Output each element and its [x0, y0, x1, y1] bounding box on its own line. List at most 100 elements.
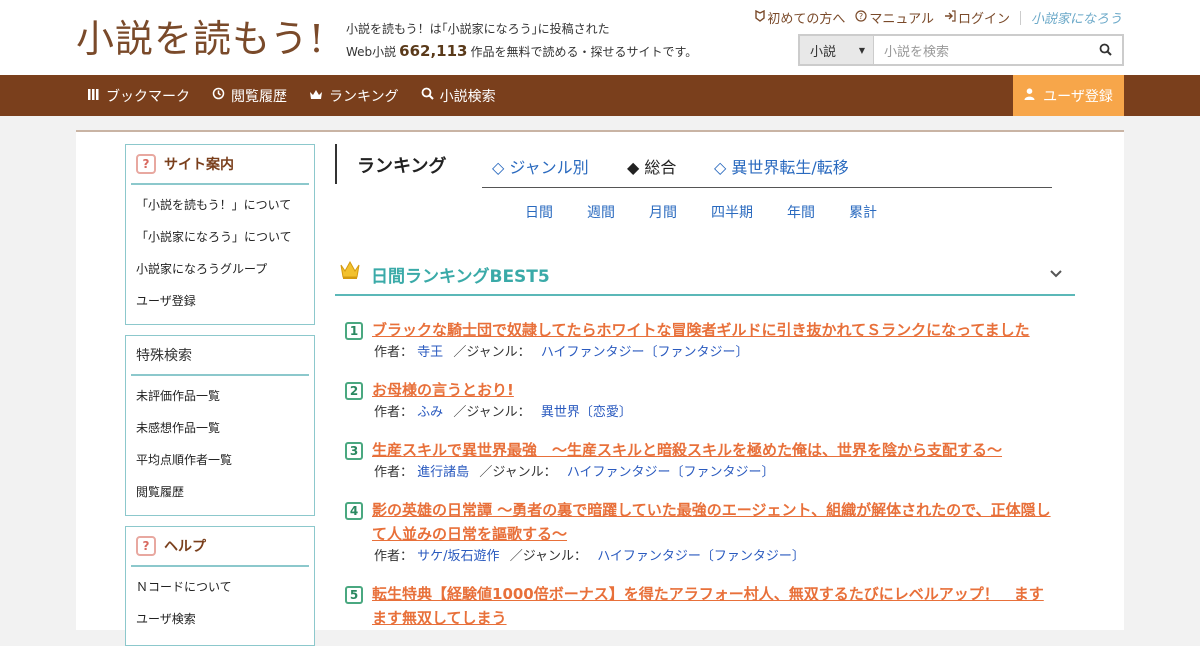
bookmark-icon — [88, 88, 100, 104]
search-type-select[interactable]: 小説 ▼ — [800, 36, 874, 64]
login-link[interactable]: ログイン — [944, 8, 1010, 27]
sidebar-item-avg-score-authors[interactable]: 平均点順作者一覧 — [136, 444, 314, 476]
nav-history[interactable]: 閲覧履歴 — [212, 86, 287, 106]
svg-text:?: ? — [859, 12, 863, 21]
sidebar-special-search-list: 未評価作品一覧 未感想作品一覧 平均点順作者一覧 閲覧履歴 — [126, 376, 314, 514]
site-tagline: 小説を読もう！は｢小説家になろう｣に投稿された Web小説 662,113 作品… — [346, 18, 697, 63]
help-circle-icon: ? — [855, 9, 867, 26]
ranking-entry: 1 ブラックな騎士団で奴隷してたらホワイトな冒険者ギルドに引き抜かれてＳランクに… — [345, 318, 1055, 364]
sidebar-item-narou-group[interactable]: 小説家になろうグループ — [136, 253, 314, 285]
period-quarterly[interactable]: 四半期 — [711, 202, 753, 222]
author-link[interactable]: サケ/坂石遊作 — [417, 549, 499, 564]
tab-overall[interactable]: ◆ 総合 — [627, 154, 676, 178]
main-container: ? サイト案内 「小説を読もう！」について 「小説家になろう」について 小説家に… — [76, 130, 1124, 646]
nav-search[interactable]: 小説検索 — [421, 86, 496, 106]
search-input[interactable]: 小説を検索 — [874, 36, 1088, 64]
sidebar-site-guide-title: ? サイト案内 — [131, 145, 309, 185]
sidebar-item-no-reviews[interactable]: 未感想作品一覧 — [136, 412, 314, 444]
sidebar-item-history[interactable]: 閲覧履歴 — [136, 476, 314, 508]
narou-partner-logo[interactable]: 小説家になろう — [1031, 8, 1122, 27]
period-daily[interactable]: 日間 — [525, 202, 553, 222]
site-logo[interactable]: 小説を読もう! — [76, 14, 332, 64]
author-label: 作者： — [374, 465, 414, 480]
tagline-line1: 小説を読もう！は｢小説家になろう｣に投稿された — [346, 22, 610, 36]
genre-link[interactable]: 異世界〔恋愛〕 — [541, 405, 632, 420]
genre-link[interactable]: ハイファンタジー〔ファンタジー〕 — [597, 549, 805, 564]
tab-isekai[interactable]: ◇ 異世界転生/転移 — [714, 154, 849, 178]
beginner-label: 初めての方へ — [767, 12, 846, 27]
rank-badge: 5 — [345, 586, 363, 604]
nav-bookmark[interactable]: ブックマーク — [88, 86, 190, 106]
sidebar-item-about-yomou[interactable]: 「小説を読もう！」について — [136, 189, 314, 221]
novel-title-link[interactable]: 転生特典【経験値1000倍ボーナス】を得たアラフォー村人、無双するたびにレベルア… — [345, 582, 1055, 630]
period-yearly[interactable]: 年間 — [787, 202, 815, 222]
register-button[interactable]: ユーザ登録 — [1013, 75, 1124, 116]
ranking-tabs: ランキング ◇ ジャンル別 ◆ 総合 ◇ 異世界転生/転移 — [335, 144, 1075, 184]
sidebar-special-search-label: 特殊検索 — [136, 348, 192, 364]
crown-icon — [309, 88, 323, 104]
author-link[interactable]: ふみ — [417, 405, 443, 420]
entry-meta: 作者： 寺王 ／ジャンル： ハイファンタジー〔ファンタジー〕 — [345, 342, 1055, 364]
question-icon: ? — [136, 536, 156, 556]
ranking-entries: 1 ブラックな騎士団で奴隷してたらホワイトな冒険者ギルドに引き抜かれてＳランクに… — [345, 318, 1055, 644]
register-label: ユーザ登録 — [1043, 88, 1113, 105]
beginner-link[interactable]: 初めての方へ — [755, 8, 845, 27]
period-weekly[interactable]: 週間 — [587, 202, 615, 222]
question-icon: ? — [136, 154, 156, 174]
novel-title-link[interactable]: お母様の言うとおり! — [345, 378, 1055, 402]
genre-link[interactable]: ハイファンタジー〔ファンタジー〕 — [567, 465, 775, 480]
ranking-entry: 3 生産スキルで異世界最強 ～生産スキルと暗殺スキルを極めた俺は、世界を陰から支… — [345, 438, 1055, 484]
dropdown-triangle-icon: ▼ — [858, 45, 865, 55]
author-label: 作者： — [374, 549, 414, 564]
entry-meta: 作者： 進行諸島 ／ジャンル： ハイファンタジー〔ファンタジー〕 — [345, 462, 1055, 484]
novel-title-link[interactable]: ブラックな騎士団で奴隷してたらホワイトな冒険者ギルドに引き抜かれてＳランクになっ… — [345, 318, 1055, 342]
genre-label: ／ジャンル： — [479, 465, 557, 480]
novel-title-link[interactable]: 影の英雄の日常譚 ～勇者の裏で暗躍していた最強のエージェント、組織が解体されたの… — [345, 498, 1055, 546]
nav-history-label: 閲覧履歴 — [231, 88, 287, 105]
search-button[interactable] — [1088, 36, 1122, 64]
nav-ranking-label: ランキング — [329, 88, 399, 105]
tagline-suffix: 作品を無料で読める・探せるサイトです。 — [470, 45, 698, 59]
nav-ranking[interactable]: ランキング — [309, 86, 399, 106]
ranking-entry: 4 影の英雄の日常譚 ～勇者の裏で暗躍していた最強のエージェント、組織が解体され… — [345, 498, 1055, 568]
author-link[interactable]: 寺王 — [417, 345, 443, 360]
period-cumulative[interactable]: 累計 — [849, 202, 877, 222]
sidebar-item-register[interactable]: ユーザ登録 — [136, 285, 314, 317]
sidebar-item-user-search[interactable]: ユーザ検索 — [136, 603, 314, 635]
ranking-title-bar — [335, 144, 337, 184]
genre-link[interactable]: ハイファンタジー〔ファンタジー〕 — [541, 345, 749, 360]
tabs-divider — [482, 187, 1052, 188]
genre-label: ／ジャンル： — [453, 345, 531, 360]
header-divider — [1019, 10, 1021, 25]
sidebar-special-search: 特殊検索 未評価作品一覧 未感想作品一覧 平均点順作者一覧 閲覧履歴 — [125, 335, 315, 516]
rank-badge: 3 — [345, 442, 363, 460]
manual-link[interactable]: ? マニュアル — [855, 8, 934, 27]
search-icon — [421, 87, 434, 104]
period-monthly[interactable]: 月間 — [649, 202, 677, 222]
entry-meta: 作者： サケ/坂石遊作 ／ジャンル： ハイファンタジー〔ファンタジー〕 — [345, 546, 1055, 568]
sidebar-item-unrated[interactable]: 未評価作品一覧 — [136, 380, 314, 412]
sidebar-site-guide-list: 「小説を読もう！」について 「小説家になろう」について 小説家になろうグループ … — [126, 185, 314, 323]
chevron-down-icon[interactable] — [1049, 264, 1063, 283]
rank-badge: 1 — [345, 322, 363, 340]
sidebar-item-ncode[interactable]: Ｎコードについて — [136, 571, 314, 603]
search-type-value: 小説 — [810, 44, 837, 60]
sidebar-item-about-narou[interactable]: 「小説家になろう」について — [136, 221, 314, 253]
rank-badge: 2 — [345, 382, 363, 400]
rank-badge: 4 — [345, 502, 363, 520]
nav-search-label: 小説検索 — [439, 88, 496, 105]
nav-items: ブックマーク 閲覧履歴 ランキング 小説検索 — [88, 75, 496, 116]
tab-genre[interactable]: ◇ ジャンル別 — [492, 154, 589, 178]
author-link[interactable]: 進行諸島 — [417, 465, 469, 480]
sidebar-help: ? ヘルプ Ｎコードについて ユーザ検索 — [125, 526, 315, 646]
novel-title-link[interactable]: 生産スキルで異世界最強 ～生産スキルと暗殺スキルを極めた俺は、世界を陰から支配す… — [345, 438, 1055, 462]
search-box: 小説 ▼ 小説を検索 — [798, 34, 1124, 66]
sidebar-help-title: ? ヘルプ — [131, 527, 309, 567]
sidebar-site-guide: ? サイト案内 「小説を読もう！」について 「小説家になろう」について 小説家に… — [125, 144, 315, 325]
best5-header[interactable]: 日間ランキングBEST5 — [335, 250, 1075, 296]
manual-label: マニュアル — [869, 12, 934, 27]
nav-bookmark-label: ブックマーク — [106, 88, 190, 105]
best5-title: 日間ランキングBEST5 — [371, 267, 550, 287]
history-icon — [212, 87, 225, 104]
main-nav: ブックマーク 閲覧履歴 ランキング 小説検索 ユーザ登録 — [0, 75, 1200, 116]
